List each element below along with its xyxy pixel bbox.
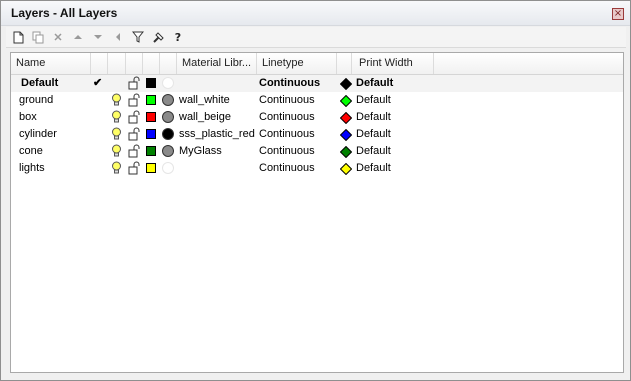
material-swatch[interactable] xyxy=(162,77,174,89)
linetype[interactable]: Continuous xyxy=(259,92,315,109)
print-width[interactable]: Default xyxy=(356,160,391,177)
table-row[interactable]: box wall_beige Continuous Default xyxy=(11,109,623,126)
column-header-material[interactable]: Material Libr... xyxy=(177,53,257,74)
table-row[interactable]: Default ✔ Continuous Default xyxy=(11,75,623,92)
print-color-diamond[interactable] xyxy=(339,77,353,91)
column-header-current[interactable] xyxy=(91,53,108,74)
material-swatch[interactable] xyxy=(162,111,174,123)
column-header-linetype[interactable]: Linetype xyxy=(257,53,337,74)
linetype[interactable]: Continuous xyxy=(259,126,315,143)
unlock-icon[interactable] xyxy=(128,76,141,91)
layer-color-swatch[interactable] xyxy=(146,112,156,122)
material-name[interactable]: wall_beige xyxy=(179,109,231,126)
layer-name[interactable]: ground xyxy=(19,92,53,109)
filter-icon[interactable] xyxy=(130,29,146,45)
move-left-icon[interactable] xyxy=(110,29,126,45)
print-width[interactable]: Default xyxy=(356,143,391,160)
column-header-locked[interactable] xyxy=(126,53,143,74)
material-name[interactable]: sss_plastic_red xyxy=(179,126,255,143)
column-header-name[interactable]: Name xyxy=(11,53,91,74)
print-color-diamond[interactable] xyxy=(339,145,353,159)
lightbulb-icon[interactable] xyxy=(111,110,124,125)
layer-color-swatch[interactable] xyxy=(146,146,156,156)
lightbulb-icon[interactable] xyxy=(111,93,124,108)
layer-name[interactable]: cone xyxy=(19,143,43,160)
column-header-material-swatch[interactable] xyxy=(160,53,177,74)
table-row[interactable]: ground wall_white Continuous Default xyxy=(11,92,623,109)
material-name[interactable]: wall_white xyxy=(179,92,230,109)
linetype[interactable]: Continuous xyxy=(259,109,315,126)
column-header-print-width[interactable]: Print Width xyxy=(352,53,434,74)
layer-name[interactable]: lights xyxy=(19,160,45,177)
layer-color-swatch[interactable] xyxy=(146,129,156,139)
print-color-diamond[interactable] xyxy=(339,111,353,125)
table-header: Name Material Libr... Linetype Print Wid… xyxy=(11,53,623,75)
material-swatch[interactable] xyxy=(162,128,174,140)
layer-name[interactable]: Default xyxy=(21,75,58,92)
help-icon[interactable]: ? xyxy=(170,29,186,45)
table-row[interactable]: cone MyGlass Continuous Default xyxy=(11,143,623,160)
material-swatch[interactable] xyxy=(162,145,174,157)
print-width[interactable]: Default xyxy=(356,75,393,92)
layer-name[interactable]: cylinder xyxy=(19,126,57,143)
linetype[interactable]: Continuous xyxy=(259,75,320,92)
linetype[interactable]: Continuous xyxy=(259,143,315,160)
lightbulb-icon[interactable] xyxy=(111,161,124,176)
column-header-print-color[interactable] xyxy=(337,53,352,74)
layer-color-swatch[interactable] xyxy=(146,78,156,88)
new-layer-icon[interactable] xyxy=(10,29,26,45)
table-row[interactable]: cylinder sss_plastic_red Continuous Default xyxy=(11,126,623,143)
layer-color-swatch[interactable] xyxy=(146,163,156,173)
column-header-visible[interactable] xyxy=(108,53,126,74)
move-up-icon[interactable] xyxy=(70,29,86,45)
copy-layer-icon[interactable] xyxy=(30,29,46,45)
layers-table: Name Material Libr... Linetype Print Wid… xyxy=(10,52,624,373)
layers-window: Layers - All Layers × ? Name Material Li… xyxy=(0,0,631,381)
unlock-icon[interactable] xyxy=(128,144,141,159)
layer-color-swatch[interactable] xyxy=(146,95,156,105)
unlock-icon[interactable] xyxy=(128,127,141,142)
title-bar[interactable]: Layers - All Layers × xyxy=(1,1,630,26)
unlock-icon[interactable] xyxy=(128,93,141,108)
lightbulb-icon[interactable] xyxy=(111,144,124,159)
window-title: Layers - All Layers xyxy=(11,6,118,20)
unlock-icon[interactable] xyxy=(128,161,141,176)
linetype[interactable]: Continuous xyxy=(259,160,315,177)
current-checkmark-icon[interactable]: ✔ xyxy=(93,75,102,92)
print-width[interactable]: Default xyxy=(356,109,391,126)
material-name[interactable]: MyGlass xyxy=(179,143,222,160)
table-row[interactable]: lights Continuous Default xyxy=(11,160,623,177)
material-swatch[interactable] xyxy=(162,94,174,106)
print-color-diamond[interactable] xyxy=(339,162,353,176)
layer-name[interactable]: box xyxy=(19,109,37,126)
material-swatch[interactable] xyxy=(162,162,174,174)
layers-toolbar: ? xyxy=(6,27,626,48)
delete-icon[interactable] xyxy=(50,29,66,45)
unlock-icon[interactable] xyxy=(128,110,141,125)
print-color-diamond[interactable] xyxy=(339,128,353,142)
close-icon[interactable]: × xyxy=(612,8,624,20)
print-color-diamond[interactable] xyxy=(339,94,353,108)
print-width[interactable]: Default xyxy=(356,126,391,143)
tools-icon[interactable] xyxy=(150,29,166,45)
lightbulb-icon[interactable] xyxy=(111,127,124,142)
print-width[interactable]: Default xyxy=(356,92,391,109)
column-header-color[interactable] xyxy=(143,53,160,74)
move-down-icon[interactable] xyxy=(90,29,106,45)
